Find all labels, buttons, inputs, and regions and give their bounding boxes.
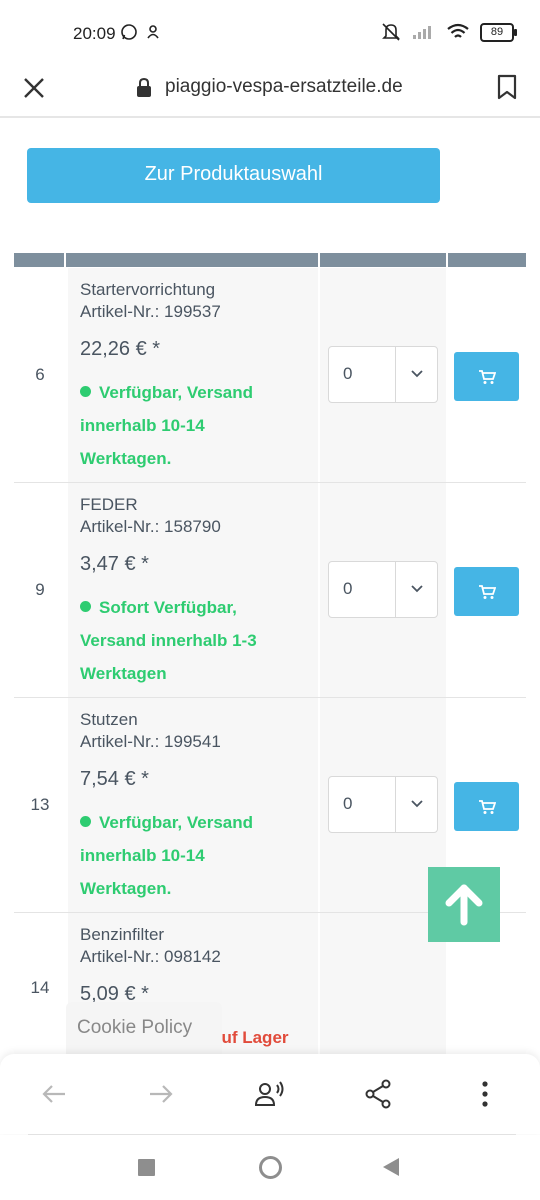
availability-status: Sofort Verfügbar, Versand innerhalb 1-3 … xyxy=(80,591,300,690)
system-nav-bar xyxy=(0,1135,540,1200)
table-header xyxy=(14,253,526,267)
availability-dot-icon xyxy=(80,816,91,827)
availability-text: Verfügbar, Versand innerhalb 10-14 Werkt… xyxy=(80,383,254,468)
article-number: Artikel-Nr.: 098142 xyxy=(80,947,221,966)
position-number: 9 xyxy=(35,580,45,599)
url-domain[interactable]: piaggio-vespa-ersatzteile.de xyxy=(165,76,403,98)
product-description: Startervorrichtung Artikel-Nr.: 199537 2… xyxy=(68,268,318,482)
scroll-to-top-button[interactable] xyxy=(428,867,500,942)
cart-icon xyxy=(478,799,496,814)
close-icon[interactable] xyxy=(20,74,48,102)
table-header-article xyxy=(66,253,318,267)
cart-cell xyxy=(448,268,526,482)
position-number: 6 xyxy=(35,365,45,384)
product-price: 22,26 € * xyxy=(80,338,161,360)
back-button[interactable] xyxy=(36,1076,72,1112)
product-price: 7,54 € * xyxy=(80,768,149,790)
add-to-cart-button[interactable] xyxy=(454,782,519,831)
voice-icon xyxy=(254,1081,284,1106)
chevron-down-icon xyxy=(409,796,425,817)
article-number: Artikel-Nr.: 199537 xyxy=(80,302,221,321)
arrow-up-icon xyxy=(445,884,483,925)
home-button[interactable] xyxy=(258,1155,283,1185)
share-icon xyxy=(365,1079,391,1109)
position-number: 14 xyxy=(30,978,50,997)
cart-icon xyxy=(478,584,496,599)
more-menu-button[interactable] xyxy=(467,1076,503,1112)
square-icon xyxy=(138,1159,155,1176)
product-description: Stutzen Artikel-Nr.: 199541 7,54 € * Ver… xyxy=(68,698,318,912)
add-to-cart-button[interactable] xyxy=(454,567,519,616)
table-header-pos xyxy=(14,253,64,267)
recent-apps-button[interactable] xyxy=(138,1159,155,1181)
back-nav-button[interactable] xyxy=(382,1157,400,1182)
arrow-left-icon xyxy=(42,1085,65,1103)
browser-url-bar: piaggio-vespa-ersatzteile.de xyxy=(0,64,540,118)
status-time: 20:09 xyxy=(73,24,116,43)
wifi-icon xyxy=(447,23,469,38)
table-header-qty xyxy=(320,253,446,267)
quantity-select[interactable]: 0 xyxy=(328,561,438,618)
table-row: 9 FEDER Artikel-Nr.: 158790 3,47 € * Sof… xyxy=(14,483,526,698)
availability-text: auf Lager xyxy=(212,1028,289,1047)
table-header-cart xyxy=(448,253,526,267)
add-to-cart-button[interactable] xyxy=(454,352,519,401)
triangle-back-icon xyxy=(383,1158,399,1176)
battery-indicator: 89 xyxy=(480,22,517,42)
product-name[interactable]: Startervorrichtung xyxy=(80,280,215,300)
table-row: 6 Startervorrichtung Artikel-Nr.: 199537… xyxy=(14,268,526,483)
quantity-select[interactable]: 0 xyxy=(328,346,438,403)
cookie-policy-tab[interactable]: Cookie Policy xyxy=(66,1002,222,1054)
app-notification-icon xyxy=(147,25,159,39)
arrow-right-icon xyxy=(150,1085,173,1103)
whatsapp-icon xyxy=(121,24,137,40)
more-vertical-icon xyxy=(482,1081,488,1107)
mute-icon xyxy=(382,23,400,41)
share-button[interactable] xyxy=(360,1076,396,1112)
product-name[interactable]: FEDER xyxy=(80,495,138,515)
chevron-down-icon xyxy=(409,581,425,602)
availability-text: Verfügbar, Versand innerhalb 10-14 Werkt… xyxy=(80,813,254,898)
status-bar: 20:09 89 xyxy=(0,0,540,64)
circle-icon xyxy=(259,1156,282,1179)
quantity-value: 0 xyxy=(343,364,353,383)
cart-cell xyxy=(448,483,526,697)
cart-icon xyxy=(478,369,496,384)
lock-icon xyxy=(136,77,152,103)
product-price: 3,47 € * xyxy=(80,553,149,575)
availability-text: Sofort Verfügbar, Versand innerhalb 1-3 … xyxy=(80,598,257,683)
article-number: Artikel-Nr.: 199541 xyxy=(80,732,221,751)
chevron-down-icon xyxy=(409,366,425,387)
product-selection-button[interactable]: Zur Produktauswahl xyxy=(27,148,440,203)
quantity-cell: 0 xyxy=(320,268,446,482)
availability-status: Verfügbar, Versand innerhalb 10-14 Werkt… xyxy=(80,806,300,905)
product-description: FEDER Artikel-Nr.: 158790 3,47 € * Sofor… xyxy=(68,483,318,697)
forward-button[interactable] xyxy=(143,1076,179,1112)
bookmark-icon[interactable] xyxy=(496,74,518,105)
position-number: 13 xyxy=(30,795,50,814)
read-aloud-button[interactable] xyxy=(252,1076,288,1112)
quantity-cell: 0 xyxy=(320,483,446,697)
browser-bottom-nav xyxy=(0,1054,540,1134)
availability-dot-icon xyxy=(80,601,91,612)
quantity-value: 0 xyxy=(343,579,353,598)
product-name[interactable]: Benzinfilter xyxy=(80,925,164,945)
availability-status: Verfügbar, Versand innerhalb 10-14 Werkt… xyxy=(80,376,300,475)
product-name[interactable]: Stutzen xyxy=(80,710,138,730)
availability-dot-icon xyxy=(80,386,91,397)
quantity-value: 0 xyxy=(343,794,353,813)
quantity-select[interactable]: 0 xyxy=(328,776,438,833)
signal-icon xyxy=(413,26,431,39)
article-number: Artikel-Nr.: 158790 xyxy=(80,517,221,536)
